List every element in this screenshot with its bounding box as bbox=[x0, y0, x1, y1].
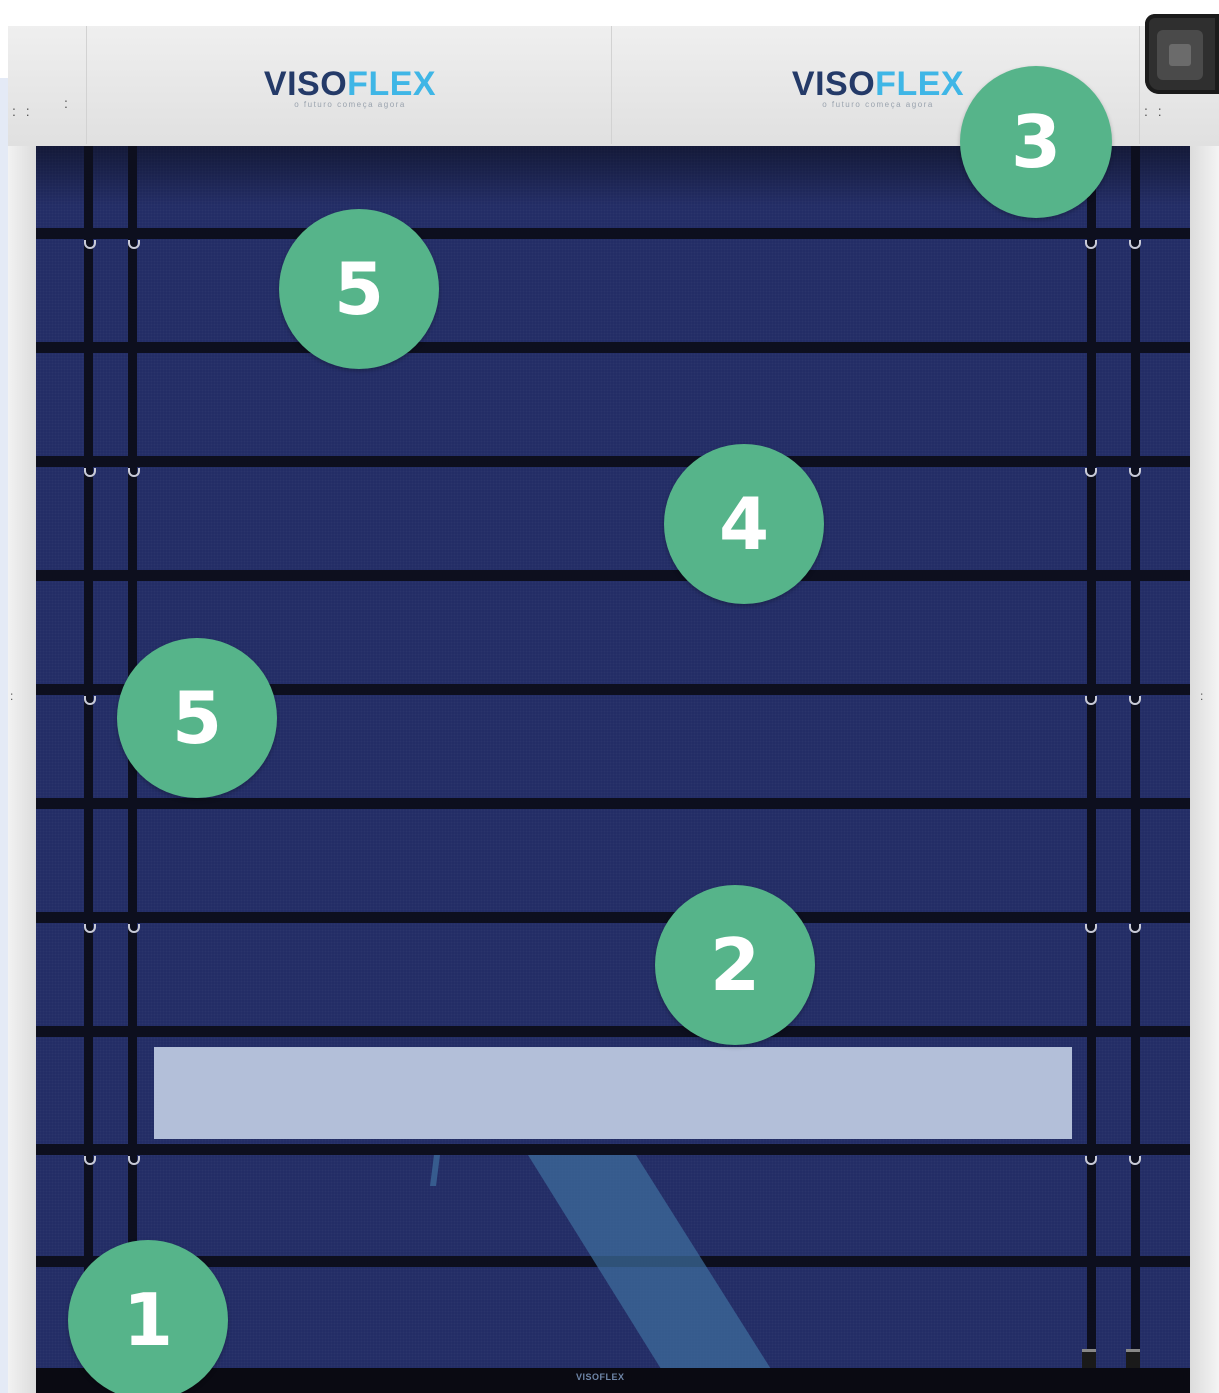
brand-logo-left: VISOFLEX o futuro começa agora bbox=[260, 66, 440, 109]
callout-badge-5-top: 5 bbox=[279, 209, 439, 369]
side-frame-left: : bbox=[8, 146, 36, 1393]
callout-badge-3: 3 bbox=[960, 66, 1112, 218]
callout-badge-2: 2 bbox=[655, 885, 815, 1045]
bottom-logo: VISOFLEX bbox=[576, 1372, 625, 1382]
callout-badge-1: 1 bbox=[68, 1240, 228, 1393]
brand-name: VISOFLEX bbox=[791, 65, 965, 103]
callout-badge-4: 4 bbox=[664, 444, 824, 604]
bottom-foot bbox=[1126, 1349, 1140, 1370]
rivets-icon: : bbox=[64, 95, 71, 111]
brand-name: VISOFLEX bbox=[263, 65, 437, 103]
door-diagram: : : : : : VISOFLEX o futuro começa agora… bbox=[0, 0, 1219, 1393]
housing-seam bbox=[86, 26, 87, 144]
motor-icon bbox=[1145, 14, 1219, 94]
bottom-foot bbox=[1082, 1349, 1096, 1370]
housing-seam bbox=[611, 26, 612, 144]
brand-logo-right: VISOFLEX o futuro começa agora bbox=[788, 66, 968, 109]
rivets-icon: : : bbox=[12, 103, 33, 119]
housing-seam bbox=[1139, 26, 1140, 144]
side-frame-right: : bbox=[1190, 146, 1219, 1393]
rivets-icon: : : bbox=[1144, 103, 1165, 119]
callout-badge-5-middle: 5 bbox=[117, 638, 277, 798]
